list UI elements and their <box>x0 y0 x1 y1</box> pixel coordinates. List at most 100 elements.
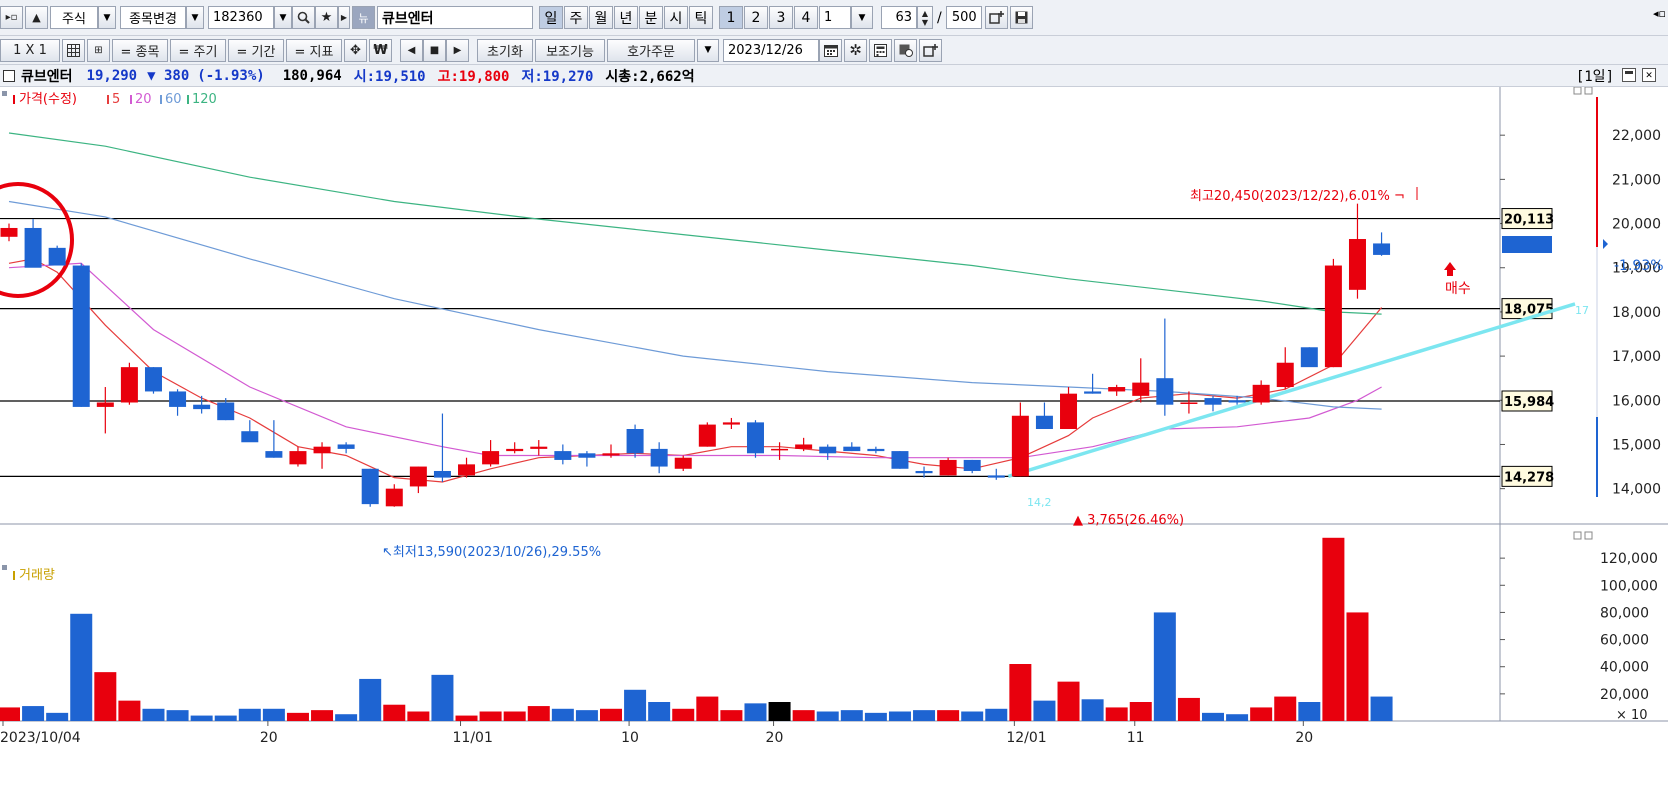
candle-body[interactable] <box>482 451 500 465</box>
candle-body[interactable] <box>72 265 90 407</box>
candle-body[interactable] <box>915 470 933 474</box>
volume-bar[interactable] <box>383 704 406 721</box>
period-tab-year[interactable]: 년 <box>614 6 638 29</box>
volume-bar[interactable] <box>1177 697 1200 721</box>
grid-icon[interactable] <box>62 38 85 62</box>
volume-bar[interactable] <box>985 708 1008 721</box>
volume-bar[interactable] <box>1298 702 1321 721</box>
volume-bar[interactable] <box>503 711 526 722</box>
volume-bar[interactable] <box>1081 699 1104 721</box>
change-item-dropdown-icon[interactable]: ▼ <box>186 6 204 29</box>
volume-bar[interactable] <box>1033 700 1056 721</box>
volume-bar[interactable] <box>335 714 358 721</box>
candle-body[interactable] <box>746 422 764 454</box>
volume-bar[interactable] <box>1057 681 1080 721</box>
close-icon[interactable]: ✕ <box>1642 68 1656 82</box>
play-back-icon[interactable]: ◀ <box>400 38 423 62</box>
volume-bar[interactable] <box>46 712 69 721</box>
candle-body[interactable] <box>963 459 981 471</box>
cycle-button[interactable]: = 주기 <box>170 38 226 62</box>
volume-bar[interactable] <box>888 711 911 722</box>
quote-order-button[interactable]: 호가주문 <box>607 38 695 62</box>
market-select[interactable]: 주식 <box>50 6 98 29</box>
volume-bar[interactable] <box>551 708 574 721</box>
total-count-input[interactable]: 500 <box>945 6 982 29</box>
collapse-right-icon[interactable]: ◂▫ <box>1653 7 1666 20</box>
candle-body[interactable] <box>602 453 620 456</box>
candle-body[interactable] <box>0 227 18 237</box>
aux-function-button[interactable]: 보조기능 <box>535 38 605 62</box>
volume-bar[interactable] <box>455 715 478 721</box>
volume-bar[interactable] <box>190 715 213 721</box>
candle-body[interactable] <box>169 391 187 407</box>
candle-body[interactable] <box>48 247 66 266</box>
volume-bar[interactable] <box>142 708 165 721</box>
star-icon[interactable]: ★ <box>315 6 338 29</box>
candle-body[interactable] <box>819 446 837 454</box>
candle-body[interactable] <box>674 457 692 469</box>
volume-bar[interactable] <box>792 710 815 721</box>
search-icon[interactable] <box>292 6 315 29</box>
candle-body[interactable] <box>1011 415 1029 477</box>
indicator-button[interactable]: = 지표 <box>286 38 342 62</box>
candle-body[interactable] <box>1373 243 1391 255</box>
period-tab-week[interactable]: 주 <box>564 6 588 29</box>
candle-body[interactable] <box>1180 402 1198 404</box>
volume-bar[interactable] <box>118 700 141 721</box>
volume-bar[interactable] <box>1105 707 1128 721</box>
volume-bar[interactable] <box>600 708 622 721</box>
candle-body[interactable] <box>698 424 716 447</box>
volume-legend-label[interactable]: 거래량 <box>19 568 55 583</box>
count-spinner-icon[interactable]: ▲ ▼ <box>917 6 933 29</box>
volume-bar[interactable] <box>744 703 767 721</box>
ma120-legend-label[interactable]: 120 <box>192 92 217 107</box>
maximize-icon[interactable] <box>1622 68 1636 82</box>
candle-body[interactable] <box>987 475 1005 478</box>
up-arrow-icon[interactable]: ▲ <box>25 6 48 29</box>
candle-body[interactable] <box>1132 382 1150 396</box>
candle-body[interactable] <box>289 451 307 465</box>
candle-body[interactable] <box>1324 265 1342 368</box>
add-window-icon[interactable] <box>984 6 1008 29</box>
candle-body[interactable] <box>1300 347 1318 368</box>
candle-body[interactable] <box>193 404 211 410</box>
ma5-legend-label[interactable]: 5 <box>112 92 120 107</box>
candle-body[interactable] <box>361 468 379 505</box>
volume-bar[interactable] <box>166 710 189 721</box>
candle-body[interactable] <box>409 466 427 487</box>
volume-bar[interactable] <box>961 711 984 722</box>
candle-body[interactable] <box>843 446 861 452</box>
candle-body[interactable] <box>96 402 114 407</box>
item-button[interactable]: = 종목 <box>112 38 168 62</box>
calculator-icon[interactable] <box>869 38 892 62</box>
volume-bar[interactable] <box>937 710 960 721</box>
volume-bar[interactable] <box>407 711 430 722</box>
candle-body[interactable] <box>578 453 596 458</box>
next-arrow-icon[interactable]: ▶ <box>338 6 350 29</box>
period-value-input[interactable]: 1 <box>819 6 851 29</box>
ma20-legend-label[interactable]: 20 <box>135 92 152 107</box>
select-checkbox[interactable] <box>3 69 15 82</box>
volume-bar[interactable] <box>913 710 936 721</box>
candle-body[interactable] <box>1228 400 1246 403</box>
candle-body[interactable] <box>433 470 451 478</box>
candle-body[interactable] <box>458 464 476 476</box>
candle-body[interactable] <box>24 227 42 268</box>
candle-body[interactable] <box>891 451 909 469</box>
ma60-legend-label[interactable]: 60 <box>165 92 182 107</box>
candle-body[interactable] <box>1108 387 1126 392</box>
volume-bar[interactable] <box>1226 714 1249 721</box>
gear-icon[interactable]: ✲ <box>844 38 867 62</box>
period-tab-month[interactable]: 월 <box>589 6 613 29</box>
number-tab-4[interactable]: 4 <box>794 6 818 29</box>
volume-bar[interactable] <box>1202 712 1224 721</box>
volume-bar[interactable] <box>479 711 502 722</box>
volume-bar[interactable] <box>527 706 550 721</box>
number-tab-2[interactable]: 2 <box>744 6 768 29</box>
volume-bar[interactable] <box>1250 707 1273 721</box>
volume-bar[interactable] <box>0 707 20 721</box>
settings-panel-icon[interactable] <box>894 38 917 62</box>
volume-bar[interactable] <box>720 710 743 721</box>
volume-bar[interactable] <box>359 678 382 721</box>
candle-body[interactable] <box>771 448 789 451</box>
